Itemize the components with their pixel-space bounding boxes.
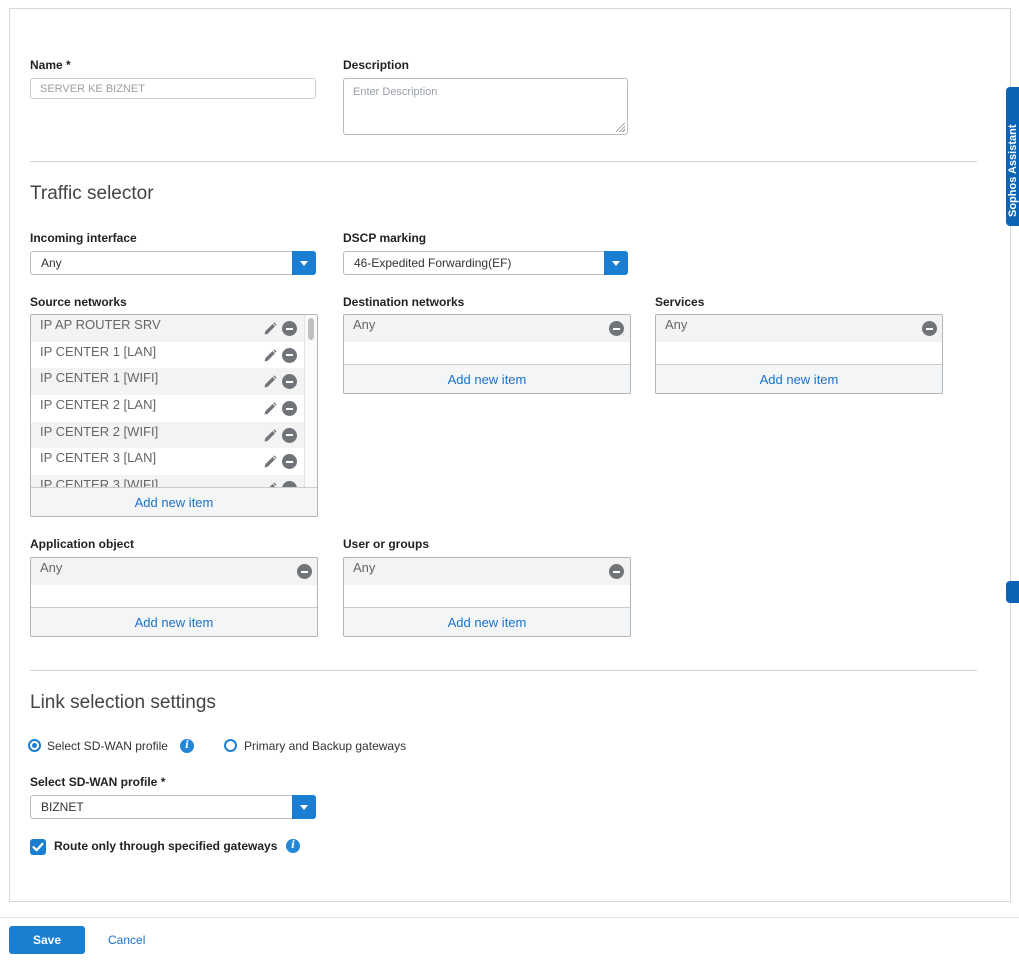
minus-circle-icon[interactable] bbox=[297, 564, 312, 579]
minus-circle-icon[interactable] bbox=[609, 321, 624, 336]
source-network-item: IP CENTER 2 [LAN] bbox=[31, 395, 317, 422]
pencil-icon[interactable] bbox=[262, 374, 278, 390]
minus-circle-icon[interactable] bbox=[922, 321, 937, 336]
form-footer: Save Cancel bbox=[0, 917, 1019, 960]
cancel-button[interactable]: Cancel bbox=[108, 926, 145, 954]
sdwan-profile-radio[interactable] bbox=[28, 739, 41, 752]
name-input[interactable]: SERVER KE BIZNET bbox=[30, 78, 316, 99]
name-label: Name * bbox=[30, 58, 71, 72]
divider bbox=[30, 670, 977, 671]
resize-handle[interactable] bbox=[616, 123, 625, 132]
source-network-label: IP AP ROUTER SRV bbox=[40, 317, 161, 332]
source-networks-list: IP AP ROUTER SRV IP CENTER 1 [LAN] IP CENT… bbox=[30, 314, 318, 517]
minus-circle-icon[interactable] bbox=[609, 564, 624, 579]
primary-backup-radio[interactable] bbox=[224, 739, 237, 752]
description-placeholder: Enter Description bbox=[353, 86, 438, 98]
dscp-marking-select[interactable]: 46-Expedited Forwarding(EF) bbox=[343, 251, 628, 275]
primary-backup-radio-label[interactable]: Primary and Backup gateways bbox=[244, 739, 406, 753]
sdwan-profile-radio-label[interactable]: Select SD-WAN profile bbox=[47, 739, 168, 753]
sophos-assistant-label: Sophos Assistant bbox=[1007, 124, 1019, 218]
destination-networks-add-button[interactable]: Add new item bbox=[344, 364, 630, 393]
source-network-label: IP CENTER 3 [LAN] bbox=[40, 450, 157, 466]
incoming-interface-select[interactable]: Any bbox=[30, 251, 316, 275]
source-network-label: IP CENTER 1 [LAN] bbox=[40, 343, 157, 359]
user-or-groups-list: Any Add new item bbox=[343, 557, 631, 637]
pencil-icon[interactable] bbox=[262, 454, 278, 470]
pencil-icon[interactable] bbox=[262, 321, 278, 337]
dscp-marking-value: 46-Expedited Forwarding(EF) bbox=[354, 256, 512, 270]
list-item: Any bbox=[344, 558, 630, 585]
user-or-groups-add-button[interactable]: Add new item bbox=[344, 607, 630, 636]
dscp-marking-label: DSCP marking bbox=[343, 231, 427, 245]
minus-circle-icon[interactable] bbox=[282, 347, 297, 363]
destination-networks-list: Any Add new item bbox=[343, 314, 631, 394]
list-item: Any bbox=[656, 315, 942, 342]
sdwan-profile-value: BIZNET bbox=[41, 800, 84, 814]
list-item-label: Any bbox=[353, 560, 376, 575]
source-network-item: IP CENTER 1 [WIFI] bbox=[31, 368, 317, 396]
pencil-icon[interactable] bbox=[262, 401, 278, 417]
route-only-label[interactable]: Route only through specified gateways bbox=[54, 839, 277, 853]
services-label: Services bbox=[655, 295, 705, 309]
pencil-icon[interactable] bbox=[262, 348, 278, 364]
source-networks-add-button[interactable]: Add new item bbox=[31, 487, 317, 516]
checkmark-icon bbox=[32, 842, 44, 852]
scrollbar-thumb[interactable] bbox=[308, 318, 314, 340]
chevron-down-icon[interactable] bbox=[292, 795, 316, 819]
list-item-label: Any bbox=[665, 317, 688, 332]
source-network-item: IP AP ROUTER SRV bbox=[31, 315, 317, 342]
route-only-checkbox[interactable] bbox=[30, 839, 46, 855]
save-button[interactable]: Save bbox=[9, 926, 85, 954]
source-network-label: IP CENTER 2 [WIFI] bbox=[40, 423, 159, 439]
services-list: Any Add new item bbox=[655, 314, 943, 394]
destination-networks-label: Destination networks bbox=[343, 295, 465, 309]
list-item: Any bbox=[344, 315, 630, 342]
side-panel-handle[interactable] bbox=[1006, 581, 1019, 603]
link-selection-title: Link selection settings bbox=[30, 692, 216, 713]
source-network-item: IP CENTER 2 [WIFI] bbox=[31, 421, 317, 449]
info-icon[interactable]: i bbox=[180, 739, 194, 753]
name-value: SERVER KE BIZNET bbox=[40, 82, 145, 95]
sdwan-profile-select[interactable]: BIZNET bbox=[30, 795, 316, 819]
incoming-interface-label: Incoming interface bbox=[30, 231, 137, 245]
divider bbox=[30, 161, 977, 162]
minus-circle-icon[interactable] bbox=[282, 427, 297, 443]
pencil-icon[interactable] bbox=[262, 428, 278, 444]
sophos-assistant-tab[interactable]: Sophos Assistant bbox=[1006, 87, 1019, 226]
chevron-down-icon[interactable] bbox=[292, 251, 316, 275]
application-object-list: Any Add new item bbox=[30, 557, 318, 637]
source-networks-label: Source networks bbox=[30, 295, 127, 309]
list-item-label: Any bbox=[353, 317, 376, 332]
sdwan-profile-label: Select SD-WAN profile * bbox=[30, 775, 166, 789]
description-label: Description bbox=[343, 58, 410, 72]
source-networks-rows: IP AP ROUTER SRV IP CENTER 1 [LAN] IP CENT… bbox=[31, 315, 317, 488]
incoming-interface-value: Any bbox=[41, 256, 62, 270]
source-network-item: IP CENTER 1 [LAN] bbox=[31, 342, 317, 369]
source-network-item: IP CENTER 3 [LAN] bbox=[31, 448, 317, 475]
list-item-label: Any bbox=[40, 560, 63, 575]
application-object-add-button[interactable]: Add new item bbox=[31, 607, 317, 636]
application-object-label: Application object bbox=[30, 537, 135, 551]
services-add-button[interactable]: Add new item bbox=[656, 364, 942, 393]
minus-circle-icon[interactable] bbox=[282, 454, 297, 470]
minus-circle-icon[interactable] bbox=[282, 401, 297, 417]
minus-circle-icon[interactable] bbox=[282, 374, 297, 390]
chevron-down-icon[interactable] bbox=[604, 251, 628, 275]
source-network-label: IP CENTER 1 [WIFI] bbox=[40, 370, 159, 386]
list-item: Any bbox=[31, 558, 317, 585]
minus-circle-icon[interactable] bbox=[282, 321, 297, 336]
scrollbar[interactable] bbox=[304, 315, 317, 487]
description-textarea[interactable]: Enter Description bbox=[343, 78, 628, 135]
user-or-groups-label: User or groups bbox=[343, 537, 430, 551]
source-network-label: IP CENTER 2 [LAN] bbox=[40, 397, 157, 413]
info-icon[interactable]: i bbox=[286, 839, 300, 853]
traffic-selector-title: Traffic selector bbox=[30, 183, 154, 204]
